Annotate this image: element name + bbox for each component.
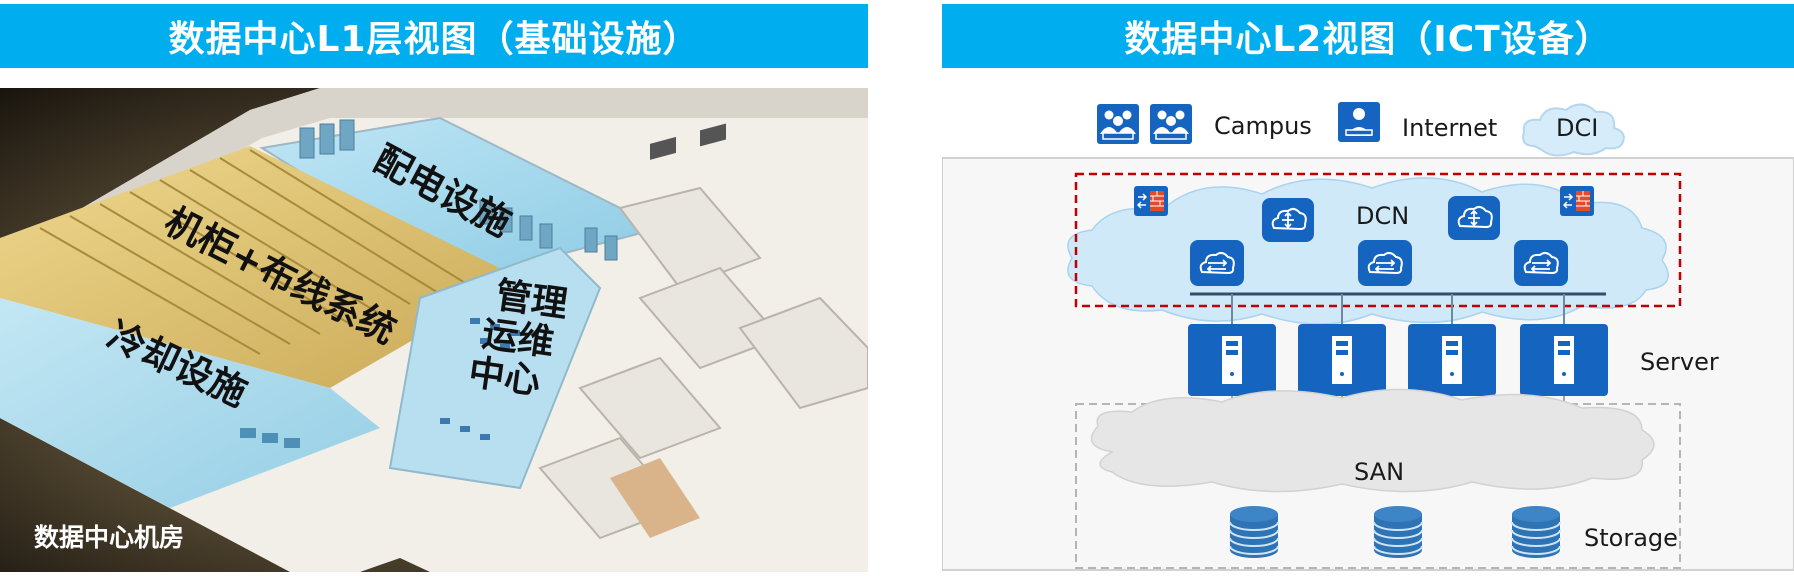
switch-icon: [1357, 239, 1413, 287]
switch-icon: [1513, 239, 1569, 287]
internet-label: Internet: [1402, 114, 1498, 142]
router-icon: [1447, 195, 1501, 241]
l2-ict-diagram-panel: Campus Internet DCI DCN Server SAN Stora…: [941, 68, 1794, 572]
l2-view-title: 数据中心L2视图（ICT设备）: [942, 4, 1794, 68]
dcn-label: DCN: [1356, 202, 1410, 230]
storage-label: Storage: [1584, 524, 1678, 552]
server-icon: [1520, 324, 1608, 396]
server-label: Server: [1640, 348, 1719, 376]
ict-topology-diagram: [941, 101, 1794, 571]
campus-user-group-icon: [1096, 103, 1193, 145]
campus-label: Campus: [1214, 112, 1312, 140]
database-icon: [1229, 505, 1279, 559]
firewall-icon: [1559, 185, 1595, 217]
database-icon: [1373, 505, 1423, 559]
server-icon: [1298, 324, 1386, 396]
router-icon: [1261, 197, 1315, 243]
firewall-icon: [1133, 185, 1169, 217]
l1-view-title: 数据中心L1层视图（基础设施）: [0, 4, 868, 68]
database-icon: [1511, 505, 1561, 559]
switch-icon: [1189, 239, 1245, 287]
server-icon: [1408, 324, 1496, 396]
room-caption: 数据中心机房: [34, 523, 185, 552]
dci-label: DCI: [1556, 114, 1599, 142]
internet-user-icon: [1337, 101, 1381, 143]
server-icon: [1188, 324, 1276, 396]
l1-floorplan-panel: 配电设施 机柜+布线系统 冷却设施 管理 运维 中心 数据中心机房: [0, 88, 868, 572]
san-label: SAN: [1354, 458, 1405, 486]
